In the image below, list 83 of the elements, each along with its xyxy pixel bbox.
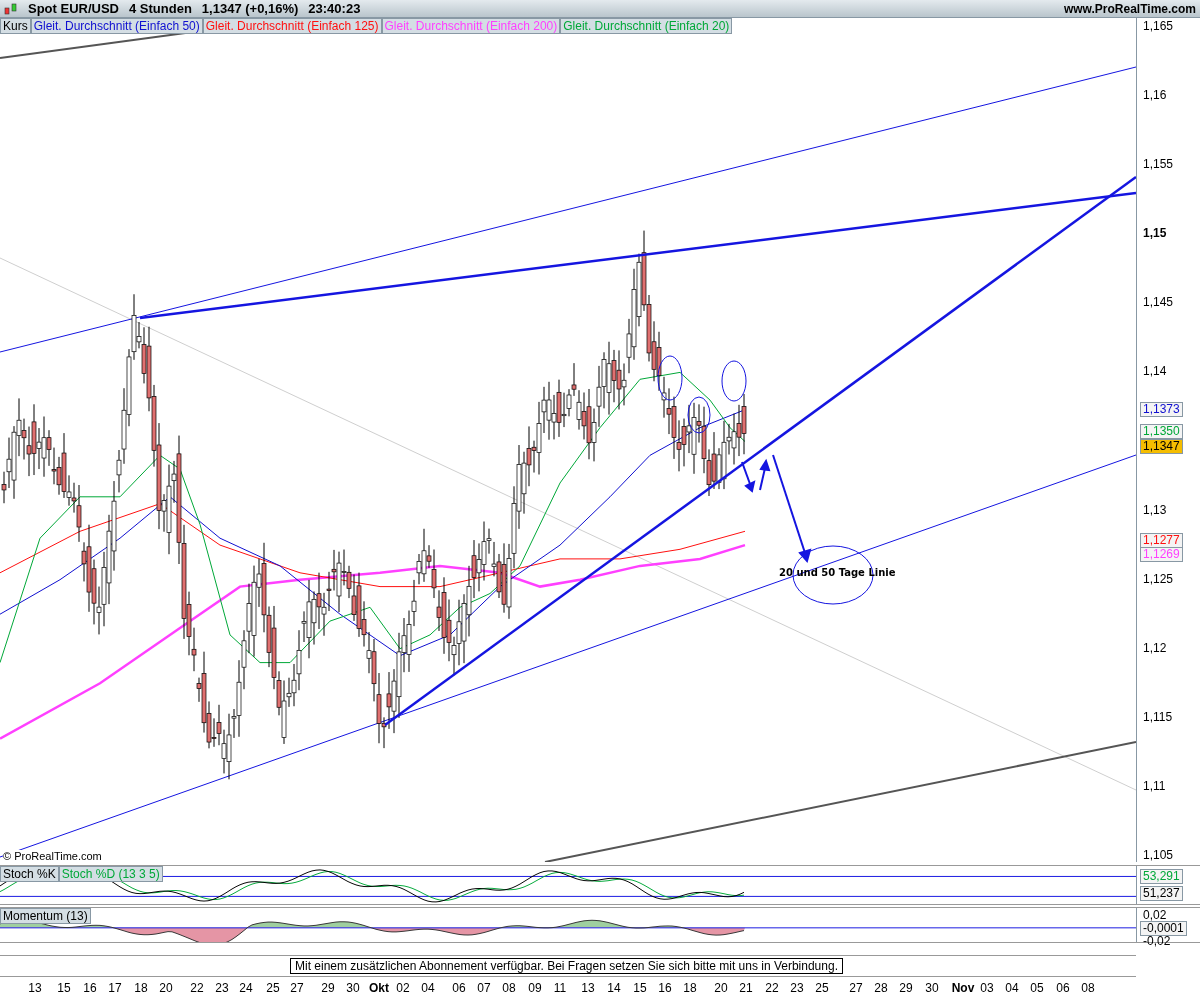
axis-tick-label: 15 <box>57 981 71 995</box>
axis-tick-label: 08 <box>502 981 516 995</box>
axis-tick-label: 0,02 <box>1143 908 1167 923</box>
axis-tick-label: 1,125 <box>1143 571 1174 587</box>
quote-label: 1,1347 (+0,16%) <box>201 1 299 16</box>
axis-tick-label: Nov <box>951 981 975 995</box>
legend-label: Gleit. Durchschnitt (Einfach 125) <box>202 18 382 34</box>
axis-tick-label: 08 <box>1081 981 1095 995</box>
axis-tick-label: 1,16 <box>1143 88 1167 104</box>
axis-tick-label: 27 <box>290 981 304 995</box>
axis-tick-label: 25 <box>815 981 829 995</box>
price-tag: 1,1373 <box>1140 402 1183 417</box>
axis-tick-label: 03 <box>980 981 994 995</box>
ellipse-marker <box>687 396 711 434</box>
axis-tick-label: 1,105 <box>1143 847 1174 863</box>
timeframe-label: 4 Stunden <box>129 1 192 16</box>
axis-tick-label: 29 <box>899 981 913 995</box>
axis-tick-label: 1,11 <box>1143 778 1166 794</box>
axis-tick-label: 23 <box>790 981 804 995</box>
axis-tick-label: 1,14 <box>1143 364 1167 380</box>
axis-tick-label: 25 <box>266 981 280 995</box>
axis-tick-label: 02 <box>396 981 410 995</box>
axis-tick-label: 1,13 <box>1143 502 1167 518</box>
ellipse-marker <box>657 355 683 401</box>
axis-tick-label: 1,165 <box>1143 19 1174 34</box>
legend-label: Gleit. Durchschnitt (Einfach 50) <box>30 18 203 34</box>
axis-tick-label: Okt <box>369 981 389 995</box>
axis-tick-label: 22 <box>190 981 204 995</box>
axis-tick-label: 04 <box>421 981 435 995</box>
axis-tick-label: 30 <box>925 981 939 995</box>
axis-tick-label: 04 <box>1005 981 1019 995</box>
legend-label: Stoch %K <box>0 866 59 882</box>
legend-label: Momentum (13) <box>0 908 91 924</box>
axis-tick-label: 1,145 <box>1143 295 1174 311</box>
legend-label: Gleit. Durchschnitt (Einfach 200) <box>381 18 561 34</box>
legend-label: Gleit. Durchschnitt (Einfach 20) <box>560 18 733 34</box>
price-tag: 1,1269 <box>1140 547 1183 562</box>
legend-label: Kurs <box>0 18 31 34</box>
arrow <box>741 461 756 493</box>
subscription-notice: Mit einem zusätzlichen Abonnement verfügbar. Bei Fragen setzen Sie sich bitte mit uns in Verbindung. <box>290 958 843 974</box>
indicator-value-tag: 51,237 <box>1140 886 1183 901</box>
axis-tick-label: 20 <box>159 981 173 995</box>
axis-tick-label: 1,155 <box>1143 157 1174 173</box>
ellipse-marker <box>721 360 747 402</box>
indicator-value-tag: 53,291 <box>1140 869 1183 884</box>
axis-tick-label: 05 <box>1030 981 1044 995</box>
axis-tick-label: 24 <box>239 981 253 995</box>
axis-tick-label: 23 <box>215 981 229 995</box>
axis-tick-label: 28 <box>874 981 888 995</box>
axis-tick-label: 18 <box>134 981 148 995</box>
axis-tick-label: 16 <box>83 981 97 995</box>
annotation-text: 20 und 50 Tage Linie <box>779 567 896 578</box>
axis-tick-label: 06 <box>1056 981 1070 995</box>
axis-tick-label: 14 <box>607 981 621 995</box>
axis-tick-label: 22 <box>765 981 779 995</box>
axis-tick-label: 27 <box>849 981 863 995</box>
candlestick-icon <box>4 1 18 16</box>
axis-tick-label: 16 <box>658 981 672 995</box>
axis-tick-label: 15 <box>633 981 647 995</box>
axis-tick-label: 17 <box>108 981 122 995</box>
axis-tick-label: 13 <box>28 981 42 995</box>
axis-tick-label: 1,15 <box>1143 226 1167 242</box>
axis-tick-label: 18 <box>683 981 697 995</box>
axis-tick-label: 20 <box>714 981 728 995</box>
axis-tick-label: -0,02 <box>1143 934 1171 949</box>
axis-tick-label: 1,12 <box>1143 640 1167 656</box>
axis-tick-label: 11 <box>553 981 567 995</box>
axis-tick-label: 29 <box>321 981 335 995</box>
axis-tick-label: 1,115 <box>1143 709 1173 725</box>
website-label: www.ProRealTime.com <box>1063 1 1196 16</box>
symbol-label: Spot EUR/USD <box>28 1 119 16</box>
axis-tick-label: 07 <box>477 981 491 995</box>
time-label: 23:40:23 <box>308 1 361 16</box>
legend-label: Stoch %D (13 3 5) <box>58 866 163 882</box>
price-tag: 1,1350 <box>1140 424 1183 439</box>
axis-tick-label: 21 <box>739 981 753 995</box>
axis-tick-label: 06 <box>452 981 466 995</box>
price-tag: 1,1347 <box>1140 439 1183 454</box>
copyright-text: © ProRealTime.com <box>3 850 102 862</box>
axis-tick-label: 30 <box>346 981 360 995</box>
axis-tick-label: 09 <box>528 981 542 995</box>
axis-tick-label: 13 <box>581 981 595 995</box>
indicator-value-tag: -0,0001 <box>1140 921 1187 936</box>
